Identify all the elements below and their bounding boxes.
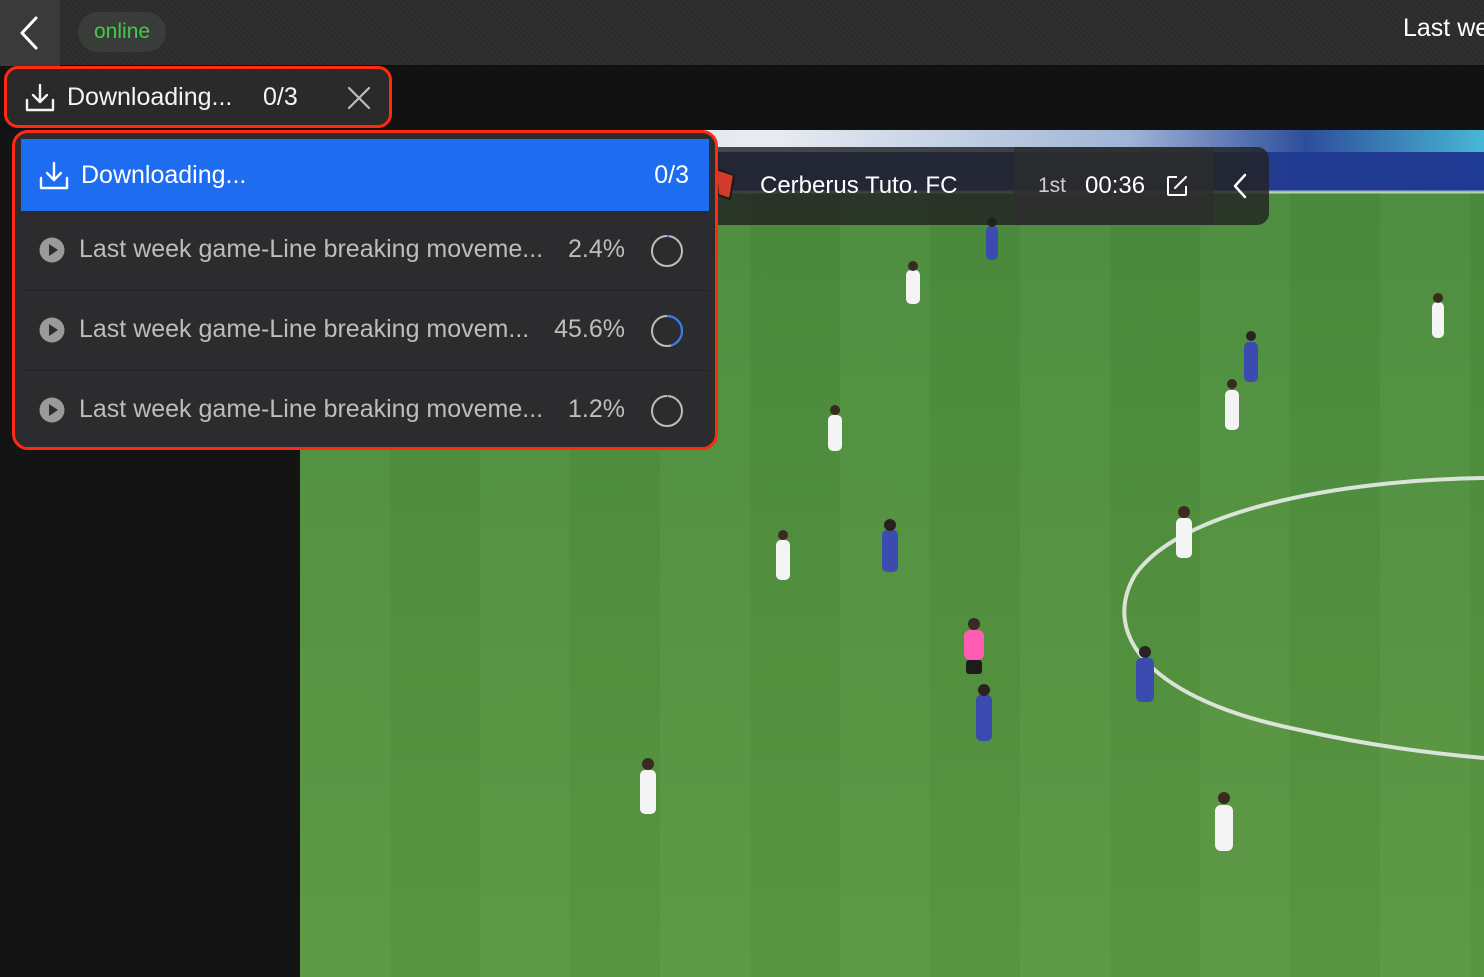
close-icon[interactable] — [347, 86, 371, 110]
status-badge: online — [78, 12, 167, 52]
team-name: Cerberus Tuto. FC — [760, 172, 958, 199]
download-chip-count: 0/3 — [263, 82, 298, 111]
download-header-label: Downloading... — [81, 161, 247, 189]
status-text: online — [94, 20, 151, 43]
download-item[interactable]: Last week game-Line breaking moveme... 1… — [21, 371, 709, 447]
referee — [964, 618, 984, 674]
download-icon — [25, 83, 55, 112]
download-header-count: 0/3 — [654, 161, 689, 189]
download-list: Last week game-Line breaking moveme... 2… — [21, 211, 709, 447]
back-button[interactable] — [0, 0, 60, 66]
scoreboard: Cerberus Tuto. FC 1st 00:36 — [712, 147, 1269, 225]
download-item[interactable]: Last week game-Line breaking movem... 45… — [21, 291, 709, 371]
progress-ring-icon — [651, 315, 683, 347]
download-status-chip[interactable]: Downloading... 0/3 — [4, 66, 392, 128]
chevron-left-icon[interactable] — [1232, 173, 1248, 199]
download-chip-label: Downloading... — [67, 82, 233, 111]
match-clock: 00:36 — [1085, 172, 1146, 199]
download-item-percent: 1.2% — [568, 395, 625, 423]
play-icon[interactable] — [39, 237, 65, 263]
play-icon[interactable] — [39, 317, 65, 343]
download-item-percent: 2.4% — [568, 235, 625, 263]
player-blue — [882, 217, 1258, 741]
chevron-left-icon — [20, 16, 38, 50]
edit-icon[interactable] — [1165, 174, 1189, 198]
download-icon — [39, 161, 69, 190]
top-bar: online Last we — [0, 0, 1484, 66]
download-item-name: Last week game-Line breaking movem... — [79, 315, 530, 343]
progress-ring-icon — [651, 395, 683, 427]
page-title: Last we — [1403, 14, 1484, 42]
download-item-name: Last week game-Line breaking moveme... — [79, 235, 544, 263]
download-dropdown-header[interactable]: Downloading... 0/3 — [21, 139, 709, 211]
download-item-name: Last week game-Line breaking moveme... — [79, 395, 544, 423]
match-period: 1st — [1038, 174, 1067, 197]
download-item-percent: 45.6% — [554, 315, 625, 343]
download-dropdown: Downloading... 0/3 Last week game-Line b… — [12, 130, 718, 450]
progress-ring-icon — [651, 235, 683, 267]
download-item[interactable]: Last week game-Line breaking moveme... 2… — [21, 211, 709, 291]
play-icon[interactable] — [39, 397, 65, 423]
player-white — [640, 261, 1444, 851]
